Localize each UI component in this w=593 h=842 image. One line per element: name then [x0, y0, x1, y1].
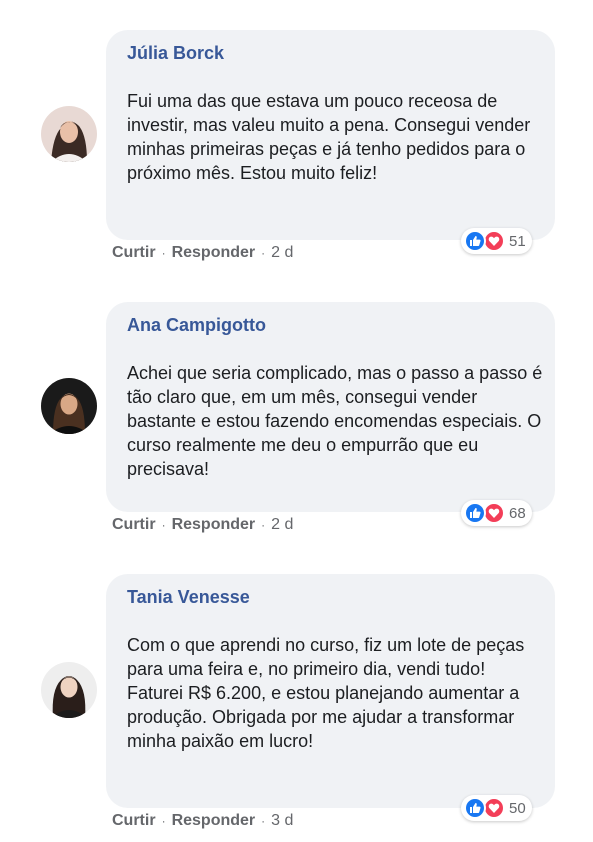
- reply-link[interactable]: Responder: [172, 516, 256, 533]
- heart-icon: [483, 797, 505, 819]
- like-link[interactable]: Curtir: [112, 516, 156, 533]
- like-link[interactable]: Curtir: [112, 244, 156, 261]
- comment-text: Fui uma das que estava um pouco receosa …: [127, 91, 531, 183]
- comment-time[interactable]: 3 d: [271, 812, 293, 829]
- comment-bubble: Júlia Borck Fui uma das que estava um po…: [106, 30, 555, 240]
- comment-time[interactable]: 2 d: [271, 516, 293, 533]
- separator: ·: [161, 814, 166, 828]
- comment-text: Achei que seria complicado, mas o passo …: [127, 363, 543, 479]
- comment-bubble: Tania Venesse Com o que aprendi no curso…: [106, 574, 555, 808]
- comment-actions: Curtir · Responder · 2 d: [112, 516, 293, 534]
- like-link[interactable]: Curtir: [112, 812, 156, 829]
- reaction-count: 68: [509, 504, 526, 522]
- avatar[interactable]: [41, 106, 97, 162]
- comment-author[interactable]: Tania Venesse: [127, 587, 250, 608]
- reaction-count: 51: [509, 232, 526, 250]
- thumbs-up-icon: [464, 502, 486, 524]
- reactions-summary[interactable]: 51: [461, 228, 532, 254]
- reaction-count: 50: [509, 799, 526, 817]
- comment-bubble: Ana Campigotto Achei que seria complicad…: [106, 302, 555, 512]
- comment-author[interactable]: Júlia Borck: [127, 43, 224, 64]
- thumbs-up-icon: [464, 797, 486, 819]
- comment-text: Com o que aprendi no curso, fiz um lote …: [127, 635, 525, 751]
- separator: ·: [261, 814, 266, 828]
- avatar[interactable]: [41, 378, 97, 434]
- avatar[interactable]: [41, 662, 97, 718]
- reply-link[interactable]: Responder: [172, 244, 256, 261]
- thumbs-up-icon: [464, 230, 486, 252]
- comment-actions: Curtir · Responder · 2 d: [112, 244, 293, 262]
- comment-author[interactable]: Ana Campigotto: [127, 315, 266, 336]
- separator: ·: [261, 518, 266, 532]
- comment-actions: Curtir · Responder · 3 d: [112, 812, 293, 830]
- separator: ·: [161, 518, 166, 532]
- heart-icon: [483, 230, 505, 252]
- reactions-summary[interactable]: 68: [461, 500, 532, 526]
- comment-time[interactable]: 2 d: [271, 244, 293, 261]
- reply-link[interactable]: Responder: [172, 812, 256, 829]
- heart-icon: [483, 502, 505, 524]
- separator: ·: [161, 246, 166, 260]
- separator: ·: [261, 246, 266, 260]
- reactions-summary[interactable]: 50: [461, 795, 532, 821]
